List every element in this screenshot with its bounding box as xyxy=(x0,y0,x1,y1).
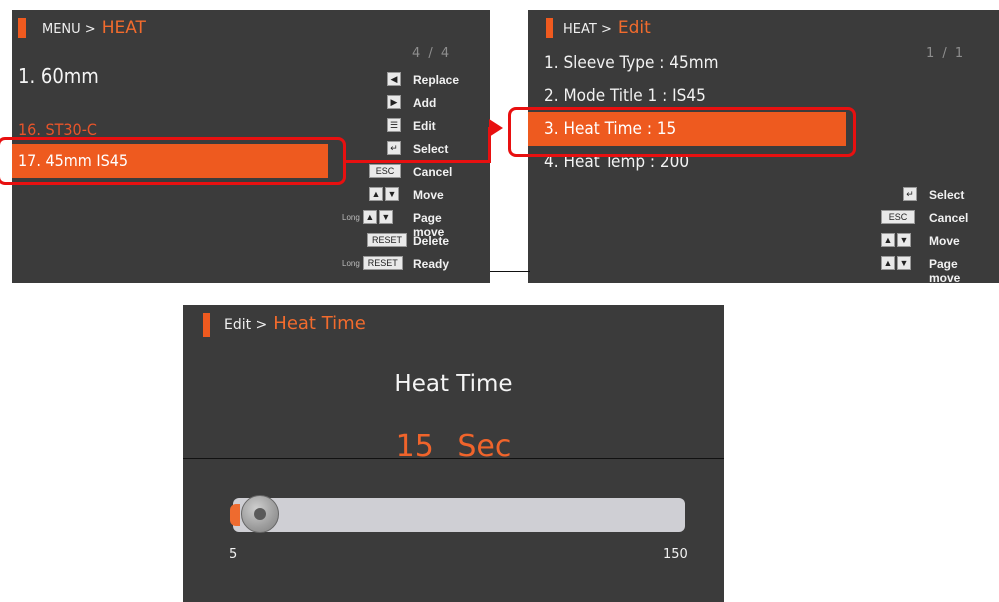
edit-label: Edit xyxy=(413,119,436,133)
enter-icon: ↵ xyxy=(903,187,917,201)
cancel-key[interactable]: ESC xyxy=(881,210,915,224)
highlight-box-left xyxy=(0,137,346,185)
left-arrow-icon: ◀ xyxy=(387,72,401,86)
list-item[interactable]: 2. Mode Title 1 : IS45 xyxy=(544,86,706,106)
move-label: Move xyxy=(929,234,960,248)
up-arrow-icon: ▲ xyxy=(362,210,377,224)
select-key[interactable]: ↵ xyxy=(387,141,401,155)
up-arrow-icon: ▲ xyxy=(369,187,383,201)
page-indicator: 1 / 1 xyxy=(926,46,966,61)
connector-arrow-icon xyxy=(489,119,503,137)
breadcrumb-marker xyxy=(203,313,210,337)
slider-knob-center xyxy=(254,508,266,520)
list-item[interactable]: 1. Sleeve Type : 45mm xyxy=(544,53,719,73)
esc-icon: ESC xyxy=(369,164,401,178)
replace-key[interactable]: ◀ xyxy=(387,72,401,86)
slider-max-label: 150 xyxy=(663,547,688,562)
breadcrumb: MENU > HEAT xyxy=(18,18,146,38)
move-key[interactable]: ▲ ▼ xyxy=(881,233,911,247)
enter-icon: ↵ xyxy=(387,141,401,155)
long-press-text: Long xyxy=(342,258,360,268)
breadcrumb-current: Edit xyxy=(617,18,651,38)
edit-icon: ☰ xyxy=(387,118,401,132)
page-title: Heat Time xyxy=(394,371,513,397)
reset-icon: RESET xyxy=(362,256,403,270)
cancel-key[interactable]: ESC xyxy=(369,164,401,178)
select-label: Select xyxy=(929,188,965,202)
breadcrumb-marker xyxy=(18,18,26,38)
connector-line xyxy=(346,160,491,163)
select-key[interactable]: ↵ xyxy=(903,187,917,201)
breadcrumb: Edit > Heat Time xyxy=(203,313,366,337)
up-arrow-icon: ▲ xyxy=(881,233,895,247)
cancel-label: Cancel xyxy=(413,165,453,179)
slider-fill xyxy=(230,504,240,526)
breadcrumb-marker xyxy=(546,18,553,38)
divider xyxy=(183,458,724,459)
add-label: Add xyxy=(413,96,437,110)
reset-icon: RESET xyxy=(367,233,408,247)
breadcrumb-parent: Edit > xyxy=(224,317,268,333)
delete-label: Delete xyxy=(413,234,450,248)
breadcrumb-current: HEAT xyxy=(101,18,146,38)
edit-key[interactable]: ☰ xyxy=(387,118,401,132)
esc-icon: ESC xyxy=(881,210,915,224)
long-press-text: Long xyxy=(342,212,360,222)
cancel-label: Cancel xyxy=(929,211,969,225)
page-move-key[interactable]: Long ▲ ▼ xyxy=(342,210,393,224)
slider-min-label: 5 xyxy=(229,547,238,562)
breadcrumb-current: Heat Time xyxy=(273,313,366,334)
down-arrow-icon: ▼ xyxy=(378,210,393,224)
down-arrow-icon: ▼ xyxy=(385,187,399,201)
ready-label: Ready xyxy=(413,257,450,271)
slider-track[interactable] xyxy=(233,498,685,532)
delete-key[interactable]: RESET xyxy=(367,233,408,247)
down-arrow-icon: ▼ xyxy=(897,256,911,270)
up-arrow-icon: ▲ xyxy=(881,256,895,270)
breadcrumb: HEAT > Edit xyxy=(546,18,651,38)
page-move-label: Page move xyxy=(929,257,961,283)
page-move-key[interactable]: ▲ ▼ xyxy=(881,256,911,270)
ready-key[interactable]: Long RESET xyxy=(342,256,403,270)
move-key[interactable]: ▲ ▼ xyxy=(369,187,399,201)
move-label: Move xyxy=(413,188,444,202)
slider-knob[interactable] xyxy=(241,495,279,533)
down-arrow-icon: ▼ xyxy=(897,233,911,247)
add-key[interactable]: ▶ xyxy=(387,95,401,109)
select-label: Select xyxy=(413,142,449,156)
heat-time-screen: Edit > Heat Time Heat Time 15 Sec 5 150 xyxy=(183,305,724,602)
right-arrow-icon: ▶ xyxy=(387,95,401,109)
breadcrumb-parent: MENU > xyxy=(42,22,96,37)
replace-label: Replace xyxy=(413,73,460,87)
divider xyxy=(490,271,530,272)
breadcrumb-parent: HEAT > xyxy=(563,22,612,37)
page-indicator: 4 / 4 xyxy=(412,46,452,61)
highlight-box-right xyxy=(508,107,856,157)
list-item[interactable]: 1. 60mm xyxy=(18,64,99,88)
